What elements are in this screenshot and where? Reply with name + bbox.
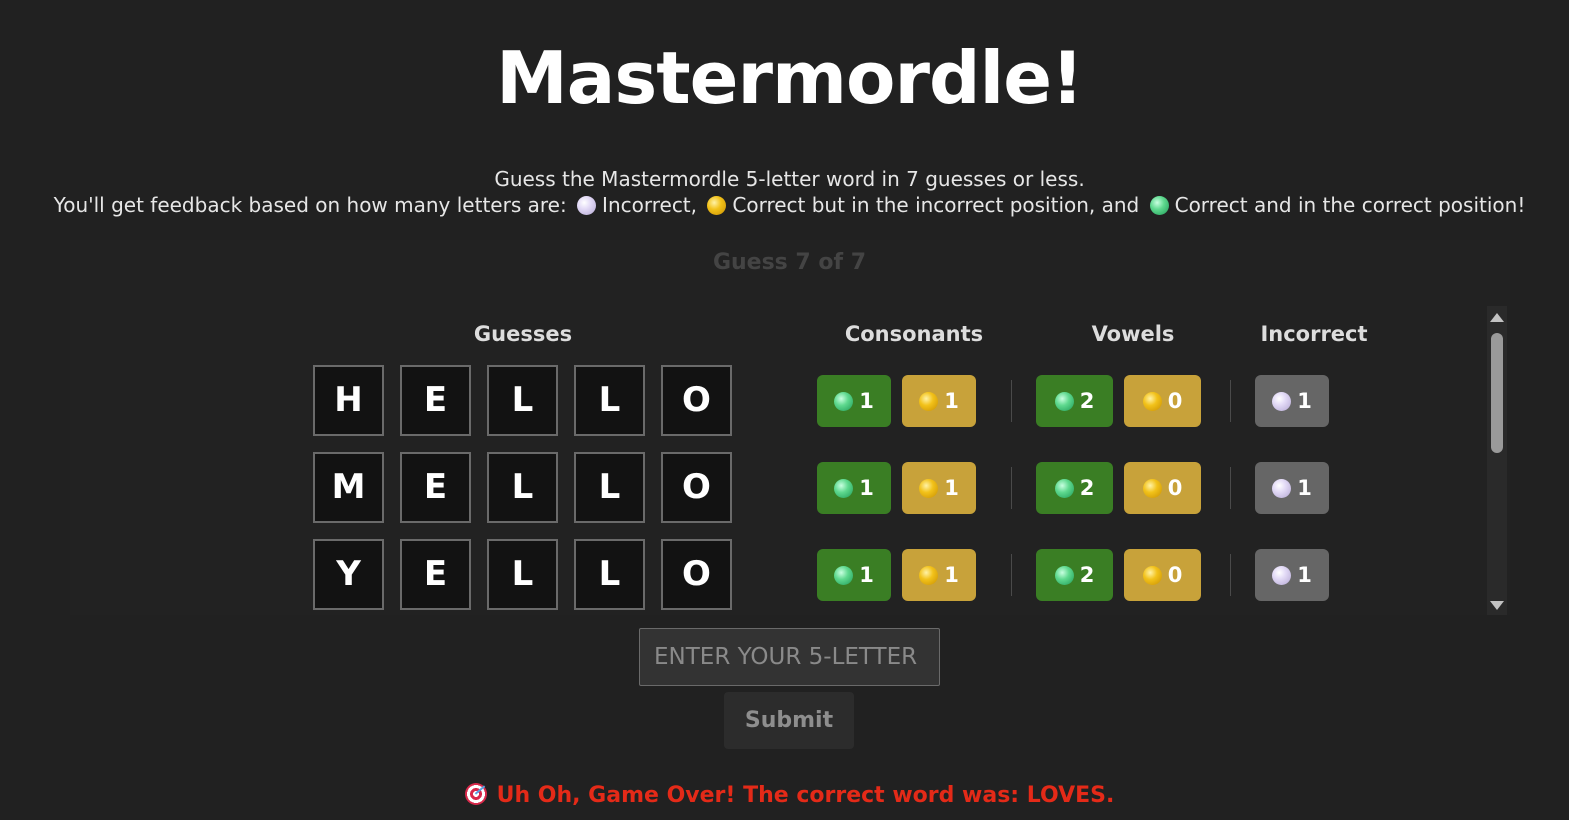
correct-dot-icon xyxy=(1054,479,1074,498)
consonants-misplaced-badge: 1 xyxy=(902,549,976,601)
consonants-misplaced-count: 1 xyxy=(944,389,959,413)
incorrect-dot-icon xyxy=(1272,479,1292,498)
consonants-misplaced-badge: 1 xyxy=(902,375,976,427)
consonants-misplaced-count: 1 xyxy=(944,563,959,587)
instructions: Guess the Mastermordle 5-letter word in … xyxy=(0,166,1569,218)
instructions-prefix: You'll get feedback based on how many le… xyxy=(53,193,567,217)
correct-dot-icon xyxy=(1054,392,1074,411)
target-icon xyxy=(464,783,487,805)
incorrect-badge: 1 xyxy=(1255,375,1329,427)
consonants-correct-count: 1 xyxy=(859,563,874,587)
instructions-line-2: You'll get feedback based on how many le… xyxy=(0,192,1569,218)
vowels-correct-badge: 2 xyxy=(1036,462,1113,514)
incorrect-badge: 1 xyxy=(1255,549,1329,601)
scroll-up-icon[interactable] xyxy=(1490,313,1504,322)
result-suffix: . xyxy=(1106,783,1115,808)
vowels-misplaced-badge: 0 xyxy=(1124,375,1201,427)
consonants-correct-badge: 1 xyxy=(817,375,891,427)
letter-tile: E xyxy=(400,365,471,436)
scroll-down-icon[interactable] xyxy=(1490,601,1504,610)
scroll-thumb[interactable] xyxy=(1491,333,1503,453)
letter-tile: E xyxy=(400,452,471,523)
letter-tile: O xyxy=(661,452,732,523)
vowels-correct-count: 2 xyxy=(1079,563,1095,587)
guesses-header: Guesses xyxy=(473,322,573,346)
misplaced-dot-icon xyxy=(919,479,939,498)
legend-incorrect: Incorrect, xyxy=(602,193,698,217)
consonants-correct-count: 1 xyxy=(859,476,874,500)
incorrect-header: Incorrect xyxy=(1260,322,1368,346)
game-page: Mastermordle! Guess the Mastermordle 5-l… xyxy=(0,0,1569,820)
page-title: Mastermordle! xyxy=(496,36,1084,120)
word-input[interactable] xyxy=(639,628,940,686)
vowels-header: Vowels xyxy=(1091,322,1175,346)
consonants-header: Consonants xyxy=(844,322,984,346)
consonants-correct-badge: 1 xyxy=(817,462,891,514)
correct-dot-icon xyxy=(1149,196,1169,215)
misplaced-dot-icon xyxy=(1142,479,1162,498)
column-divider xyxy=(1011,467,1012,509)
result-text: Uh Oh, Game Over! The correct word was: xyxy=(496,783,1020,808)
incorrect-count: 1 xyxy=(1297,476,1312,500)
incorrect-count: 1 xyxy=(1297,389,1312,413)
letter-tile: M xyxy=(313,452,384,523)
consonants-misplaced-badge: 1 xyxy=(902,462,976,514)
incorrect-dot-icon xyxy=(1272,392,1292,411)
vowels-correct-count: 2 xyxy=(1079,476,1095,500)
correct-dot-icon xyxy=(834,566,854,585)
vowels-correct-badge: 2 xyxy=(1036,375,1113,427)
correct-word: LOVES xyxy=(1026,783,1107,808)
misplaced-dot-icon xyxy=(1142,566,1162,585)
column-divider xyxy=(1230,554,1231,596)
guess-counter: Guess 7 of 7 xyxy=(712,250,867,275)
vowels-correct-badge: 2 xyxy=(1036,549,1113,601)
consonants-correct-badge: 1 xyxy=(817,549,891,601)
submit-button[interactable]: Submit xyxy=(724,692,854,749)
correct-dot-icon xyxy=(834,479,854,498)
letter-tile: L xyxy=(574,365,645,436)
correct-dot-icon xyxy=(834,392,854,411)
letter-tile: H xyxy=(313,365,384,436)
vowels-misplaced-count: 0 xyxy=(1167,389,1183,413)
vowels-misplaced-count: 0 xyxy=(1167,563,1183,587)
vowels-correct-count: 2 xyxy=(1079,389,1095,413)
letter-tile: L xyxy=(574,539,645,610)
letter-tile: E xyxy=(400,539,471,610)
misplaced-dot-icon xyxy=(919,392,939,411)
legend-misplaced: Correct but in the incorrect position, a… xyxy=(732,193,1140,217)
column-divider xyxy=(1230,380,1231,422)
consonants-correct-count: 1 xyxy=(859,389,874,413)
letter-tile: L xyxy=(487,452,558,523)
letter-tile: L xyxy=(487,539,558,610)
misplaced-dot-icon xyxy=(707,196,727,215)
board-scrollbar[interactable] xyxy=(1487,306,1507,615)
misplaced-dot-icon xyxy=(1142,392,1162,411)
letter-tile: Y xyxy=(313,539,384,610)
column-divider xyxy=(1011,380,1012,422)
game-over-message: Uh Oh, Game Over! The correct word was: … xyxy=(0,783,1569,808)
vowels-misplaced-count: 0 xyxy=(1167,476,1183,500)
instructions-line-1: Guess the Mastermordle 5-letter word in … xyxy=(494,167,1085,191)
column-divider xyxy=(1230,467,1231,509)
incorrect-badge: 1 xyxy=(1255,462,1329,514)
incorrect-count: 1 xyxy=(1297,563,1312,587)
letter-tile: O xyxy=(661,365,732,436)
consonants-misplaced-count: 1 xyxy=(944,476,959,500)
vowels-misplaced-badge: 0 xyxy=(1124,462,1201,514)
legend-correct: Correct and in the correct position! xyxy=(1174,193,1526,217)
column-divider xyxy=(1011,554,1012,596)
letter-tile: O xyxy=(661,539,732,610)
vowels-misplaced-badge: 0 xyxy=(1124,549,1201,601)
misplaced-dot-icon xyxy=(919,566,939,585)
correct-dot-icon xyxy=(1054,566,1074,585)
incorrect-dot-icon xyxy=(1272,566,1292,585)
letter-tile: L xyxy=(487,365,558,436)
incorrect-dot-icon xyxy=(577,196,597,215)
letter-tile: L xyxy=(574,452,645,523)
